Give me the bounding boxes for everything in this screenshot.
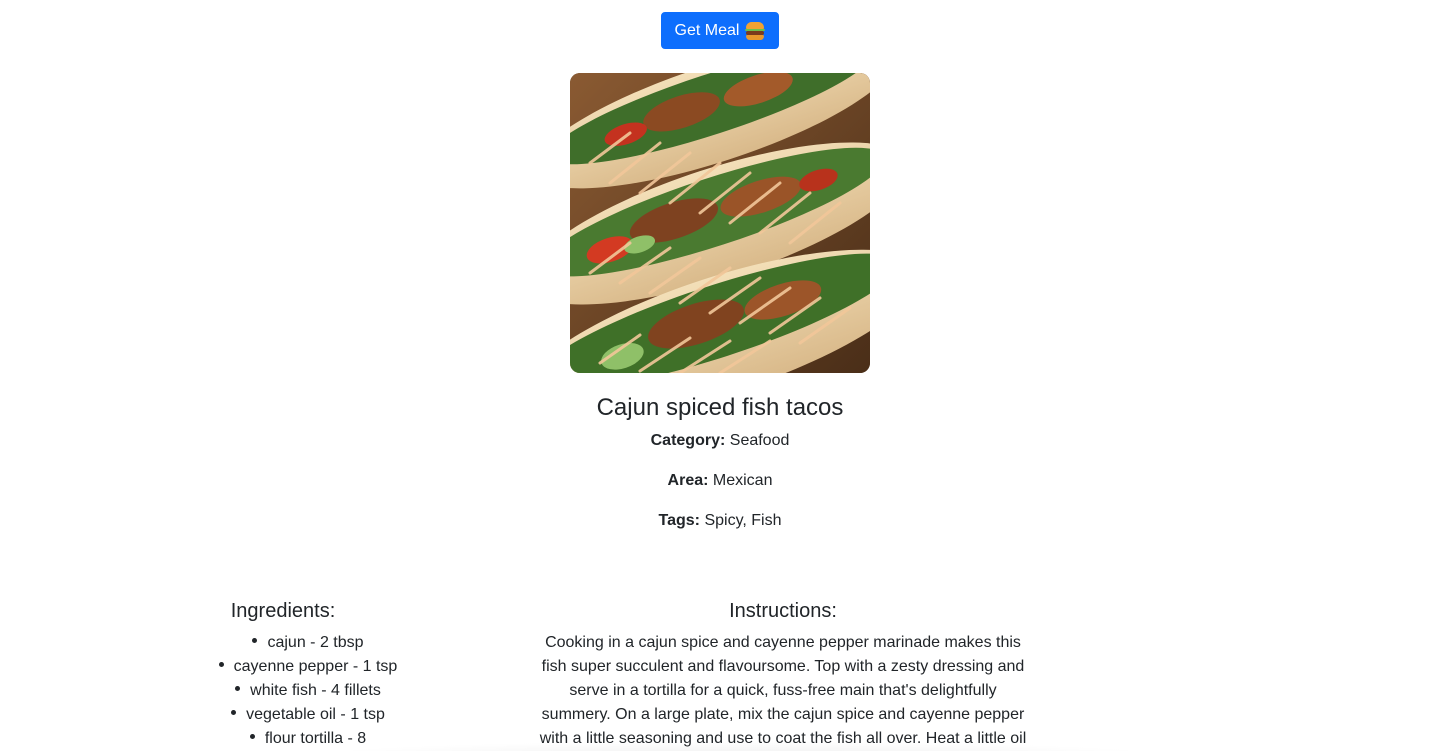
area-value: Mexican xyxy=(712,472,773,489)
ingredient-text: cayenne pepper - 1 tsp xyxy=(233,658,398,675)
ingredient-text: white fish - 4 fillets xyxy=(250,682,381,699)
get-meal-label: Get Meal xyxy=(674,21,740,39)
meal-category: Category: Seafood xyxy=(0,429,1440,453)
meal-tags: Tags: Spicy, Fish xyxy=(0,509,1440,533)
meal-title: Cajun spiced fish tacos xyxy=(596,394,844,421)
ingredient-item: vegetable oil - 1 tsp xyxy=(183,703,433,727)
ingredient-text: vegetable oil - 1 tsp xyxy=(246,706,385,723)
ingredient-text: cajun - 2 tbsp xyxy=(267,634,364,651)
burger-icon xyxy=(745,21,766,40)
bullet-icon xyxy=(231,710,237,716)
ingredients-list: cajun - 2 tbsp cayenne pepper - 1 tsp wh… xyxy=(183,631,433,751)
meal-image xyxy=(570,73,870,373)
bullet-icon xyxy=(249,734,255,740)
meal-area: Area: Mexican xyxy=(0,469,1440,493)
instructions-heading: Instructions: xyxy=(729,600,837,622)
ingredient-item: white fish - 4 fillets xyxy=(183,679,433,703)
ingredient-item: cajun - 2 tbsp xyxy=(183,631,433,655)
bullet-icon xyxy=(252,638,258,644)
ingredient-text: flour tortilla - 8 xyxy=(264,730,367,747)
area-label: Area: xyxy=(667,472,709,489)
get-meal-button[interactable]: Get Meal xyxy=(660,12,780,49)
tags-label: Tags: xyxy=(658,512,700,529)
instructions-text: Cooking in a cajun spice and cayenne pep… xyxy=(539,634,1027,747)
bullet-icon xyxy=(235,686,241,692)
page: Get Meal Cajun spiced fish tacos Categor… xyxy=(0,0,1440,751)
ingredient-item: flour tortilla - 8 xyxy=(183,727,433,751)
category-value: Seafood xyxy=(729,432,790,449)
tags-value: Spicy, Fish xyxy=(704,512,782,529)
bullet-icon xyxy=(218,662,224,668)
ingredient-item: cayenne pepper - 1 tsp xyxy=(183,655,433,679)
top-bar: Get Meal xyxy=(0,12,1440,49)
category-label: Category: xyxy=(650,432,726,449)
ingredients-heading: Ingredients: xyxy=(230,600,336,622)
